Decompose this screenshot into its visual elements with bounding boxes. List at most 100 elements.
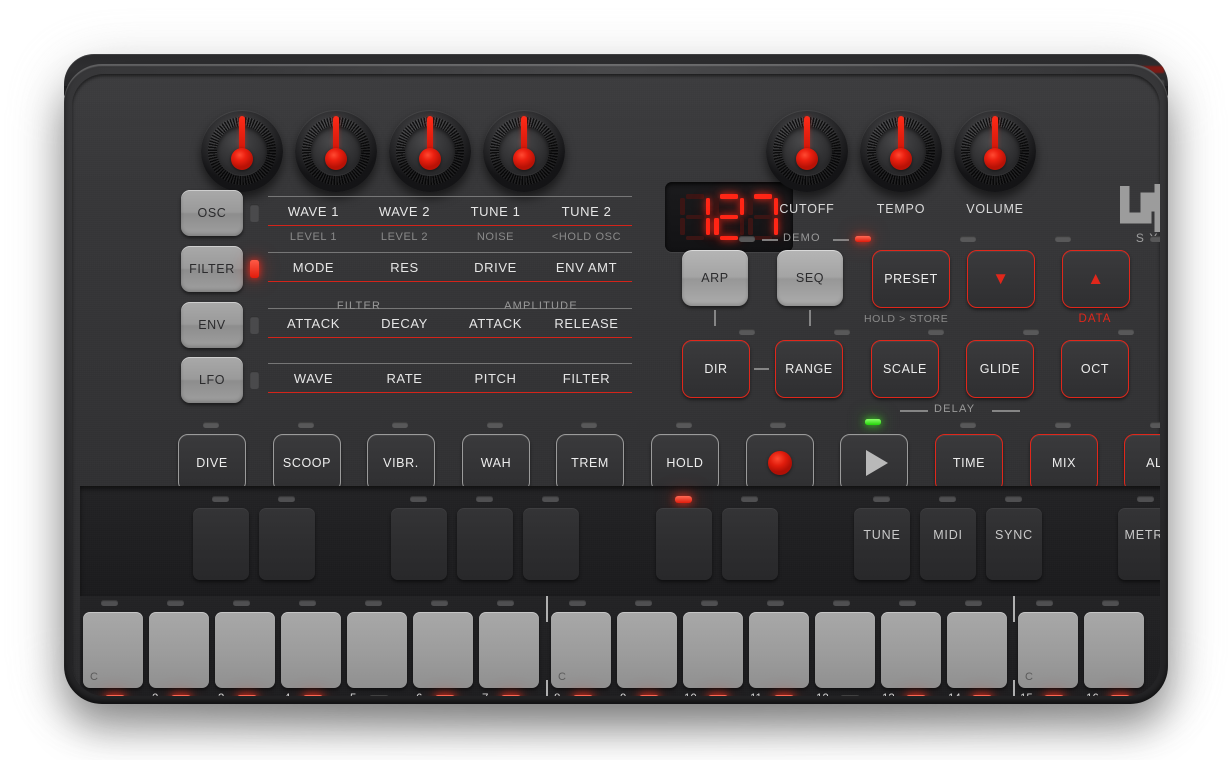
led-scoop bbox=[298, 422, 314, 428]
glide-button[interactable]: GLIDE bbox=[966, 340, 1034, 398]
knob-tune-2[interactable] bbox=[483, 110, 565, 192]
param-alt-label: NOISE bbox=[477, 231, 514, 243]
knob-volume[interactable] bbox=[954, 110, 1036, 192]
hold-button[interactable]: HOLD bbox=[651, 434, 719, 492]
step-number-10: 10 bbox=[684, 693, 697, 696]
black-key-1[interactable] bbox=[193, 508, 249, 580]
section-button-osc[interactable]: OSC bbox=[181, 190, 243, 236]
white-key-top-led-13 bbox=[899, 600, 916, 606]
led-play bbox=[865, 419, 881, 425]
data-up-button-label: ▲ bbox=[1087, 269, 1104, 289]
white-key-16[interactable] bbox=[1084, 612, 1144, 688]
data-up-button[interactable]: ▲ bbox=[1062, 250, 1130, 308]
knob-cutoff[interactable] bbox=[766, 110, 848, 192]
dir-button-label: DIR bbox=[704, 362, 727, 376]
white-key-11[interactable] bbox=[749, 612, 809, 688]
white-key-top-led-10 bbox=[701, 600, 718, 606]
white-key-10[interactable] bbox=[683, 612, 743, 688]
section-button-filter[interactable]: FILTER bbox=[181, 246, 243, 292]
section-button-lfo[interactable]: LFO bbox=[181, 357, 243, 403]
scale-button[interactable]: SCALE bbox=[871, 340, 939, 398]
demo-label: DEMO bbox=[783, 232, 821, 244]
play-button[interactable] bbox=[840, 434, 908, 492]
black-key-midi[interactable]: MIDI bbox=[920, 508, 976, 580]
vibrato-button[interactable]: VIBR. bbox=[367, 434, 435, 492]
white-key-2[interactable] bbox=[149, 612, 209, 688]
black-key-3[interactable] bbox=[391, 508, 447, 580]
knob-wave-2[interactable] bbox=[295, 110, 377, 192]
black-key-6[interactable] bbox=[656, 508, 712, 580]
knob-tune-1[interactable] bbox=[389, 110, 471, 192]
preset-button-label: PRESET bbox=[884, 272, 938, 286]
led-time bbox=[960, 422, 976, 428]
oct-button[interactable]: OCT bbox=[1061, 340, 1129, 398]
param-label: DRIVE bbox=[474, 260, 517, 275]
white-key-7[interactable] bbox=[479, 612, 539, 688]
white-key-3[interactable] bbox=[215, 612, 275, 688]
led-alt bbox=[1150, 422, 1160, 428]
white-key-8[interactable]: C bbox=[551, 612, 611, 688]
black-key-5[interactable] bbox=[523, 508, 579, 580]
white-key-15[interactable]: C bbox=[1018, 612, 1078, 688]
param-row-filter: MODE RES DRIVE ENV AMT bbox=[268, 252, 632, 282]
section-button-env[interactable]: ENV bbox=[181, 302, 243, 348]
section-button-env-label: ENV bbox=[198, 318, 226, 332]
dir-button[interactable]: DIR bbox=[682, 340, 750, 398]
section-led-env bbox=[250, 316, 259, 334]
knob-label-volume: VOLUME bbox=[935, 202, 1055, 216]
white-key-6[interactable] bbox=[413, 612, 473, 688]
record-button[interactable] bbox=[746, 434, 814, 492]
white-key-12[interactable] bbox=[815, 612, 875, 688]
time-button[interactable]: TIME bbox=[935, 434, 1003, 492]
alt-button-label: ALT bbox=[1146, 456, 1160, 470]
range-button[interactable]: RANGE bbox=[775, 340, 843, 398]
octave-divider-1b bbox=[546, 680, 548, 696]
step-number-14: 14 bbox=[948, 693, 961, 696]
step-led-3 bbox=[237, 695, 257, 696]
led-dive bbox=[203, 422, 219, 428]
wah-button[interactable]: WAH bbox=[462, 434, 530, 492]
black-key-led-6 bbox=[675, 496, 692, 503]
param-label: RES bbox=[390, 260, 419, 275]
black-key-led-5 bbox=[542, 496, 559, 502]
dive-button[interactable]: DIVE bbox=[178, 434, 246, 492]
white-key-5[interactable] bbox=[347, 612, 407, 688]
black-key-4[interactable] bbox=[457, 508, 513, 580]
knob-wave-1[interactable] bbox=[201, 110, 283, 192]
alt-button[interactable]: ALT bbox=[1124, 434, 1160, 492]
black-key-led-sync bbox=[1005, 496, 1022, 502]
knob-tempo[interactable] bbox=[860, 110, 942, 192]
display-digit-1 bbox=[680, 194, 710, 240]
scoop-button[interactable]: SCOOP bbox=[273, 434, 341, 492]
white-key-4[interactable] bbox=[281, 612, 341, 688]
black-key-metr[interactable]: METR. bbox=[1118, 508, 1160, 580]
black-key-sync[interactable]: SYNC bbox=[986, 508, 1042, 580]
seq-tick bbox=[809, 310, 811, 326]
white-key-top-led-3 bbox=[233, 600, 250, 606]
black-key-7[interactable] bbox=[722, 508, 778, 580]
black-key-tune[interactable]: TUNE bbox=[854, 508, 910, 580]
knob-indicator bbox=[898, 116, 904, 152]
black-key-2[interactable] bbox=[259, 508, 315, 580]
data-down-button[interactable]: ▼ bbox=[967, 250, 1035, 308]
time-button-label: TIME bbox=[953, 456, 985, 470]
range-button-label: RANGE bbox=[785, 362, 832, 376]
preset-button[interactable]: PRESET bbox=[872, 250, 950, 308]
led-mix bbox=[1055, 422, 1071, 428]
seq-button[interactable]: SEQ bbox=[777, 250, 843, 306]
arp-button[interactable]: ARP bbox=[682, 250, 748, 306]
white-key-top-led-16 bbox=[1102, 600, 1119, 606]
white-key-top-led-12 bbox=[833, 600, 850, 606]
wah-button-label: WAH bbox=[481, 456, 512, 470]
knob-indicator bbox=[333, 116, 339, 152]
white-key-top-led-6 bbox=[431, 600, 448, 606]
white-key-1[interactable]: C bbox=[83, 612, 143, 688]
seven-segment-display bbox=[665, 182, 793, 252]
white-key-13[interactable] bbox=[881, 612, 941, 688]
white-key-top-led-14 bbox=[965, 600, 982, 606]
white-key-14[interactable] bbox=[947, 612, 1007, 688]
mix-button[interactable]: MIX bbox=[1030, 434, 1098, 492]
white-key-9[interactable] bbox=[617, 612, 677, 688]
trem-button[interactable]: TREM bbox=[556, 434, 624, 492]
param-label: TUNE 1 bbox=[471, 204, 521, 219]
